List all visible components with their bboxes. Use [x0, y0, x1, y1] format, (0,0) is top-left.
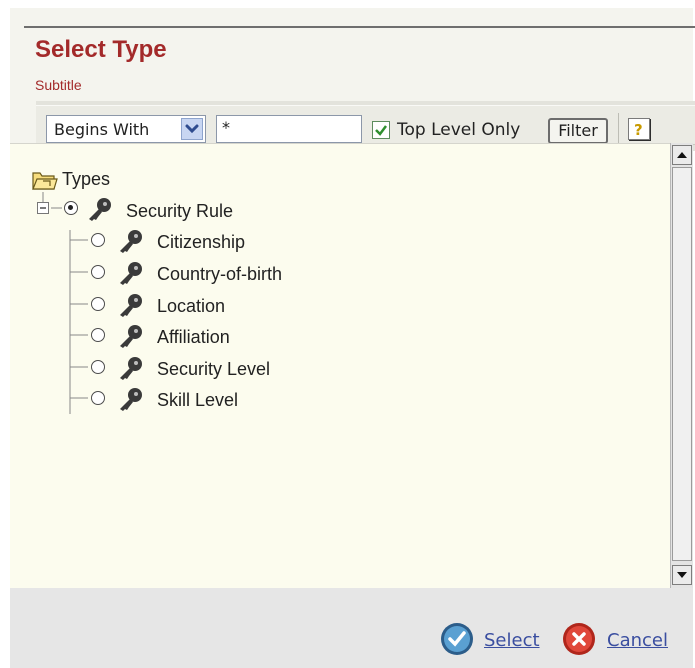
- top-level-only-checkbox[interactable]: [372, 121, 390, 139]
- filter-button[interactable]: Filter: [548, 118, 608, 144]
- radio-security-level[interactable]: [91, 360, 105, 374]
- cancel-button[interactable]: Cancel: [562, 622, 682, 658]
- key-icon: [120, 357, 142, 380]
- radio-location[interactable]: [91, 297, 105, 311]
- collapse-toggle-icon[interactable]: [37, 202, 49, 214]
- match-mode-value: Begins With: [54, 120, 150, 139]
- type-tree-panel: Types Security Rule Citizenship Country-…: [10, 143, 670, 589]
- tree-node-label[interactable]: Location: [157, 296, 225, 317]
- cancel-label[interactable]: Cancel: [607, 630, 668, 651]
- key-icon: [120, 230, 142, 253]
- arrow-down-icon: [677, 572, 687, 578]
- radio-security-rule[interactable]: [64, 201, 78, 215]
- radio-affiliation[interactable]: [91, 328, 105, 342]
- top-divider: [24, 26, 695, 28]
- match-mode-select[interactable]: Begins With: [46, 115, 206, 143]
- toolbar-strip: Begins With * Top Level Only Filter ?: [36, 105, 695, 145]
- select-button[interactable]: Select: [440, 622, 550, 658]
- select-label[interactable]: Select: [484, 630, 540, 651]
- key-icon: [120, 325, 142, 348]
- tree-root-types[interactable]: Types: [62, 169, 110, 190]
- scroll-down-button[interactable]: [672, 565, 692, 585]
- radio-selected-dot: [68, 205, 73, 210]
- key-icon: [120, 388, 142, 411]
- scroll-thumb[interactable]: [672, 167, 692, 561]
- dialog-footer: Select Cancel: [10, 588, 693, 668]
- tree-node-security-rule[interactable]: Security Rule: [126, 201, 233, 222]
- folder-icon: [32, 172, 58, 190]
- help-icon[interactable]: ?: [628, 118, 650, 140]
- filter-text-input[interactable]: *: [216, 115, 362, 143]
- key-icon: [120, 262, 142, 285]
- scroll-up-button[interactable]: [672, 145, 692, 165]
- tree-node-label[interactable]: Country-of-birth: [157, 264, 282, 285]
- checkmark-icon: [375, 125, 387, 136]
- tree-node-label[interactable]: Skill Level: [157, 390, 238, 411]
- chevron-down-icon[interactable]: [181, 118, 203, 140]
- svg-text:?: ?: [634, 121, 643, 139]
- tree-node-label[interactable]: Citizenship: [157, 232, 245, 253]
- tree-node-label[interactable]: Affiliation: [157, 327, 230, 348]
- radio-skill-level[interactable]: [91, 391, 105, 405]
- arrow-up-icon: [677, 152, 687, 158]
- radio-citizenship[interactable]: [91, 233, 105, 247]
- tree-node-label[interactable]: Security Level: [157, 359, 270, 380]
- key-icon: [89, 198, 111, 221]
- checkmark-circle-icon: [441, 623, 473, 655]
- dialog-subtitle: Subtitle: [35, 77, 82, 93]
- select-type-dialog: Select Type Subtitle Begins With * Top L…: [10, 8, 695, 668]
- toolbar-separator: [618, 113, 619, 145]
- dialog-title: Select Type: [35, 36, 167, 63]
- key-icon: [120, 294, 142, 317]
- tree-scrollbar[interactable]: [670, 143, 693, 588]
- radio-country-of-birth[interactable]: [91, 265, 105, 279]
- top-level-only-label: Top Level Only: [397, 120, 521, 140]
- close-circle-icon: [563, 623, 595, 655]
